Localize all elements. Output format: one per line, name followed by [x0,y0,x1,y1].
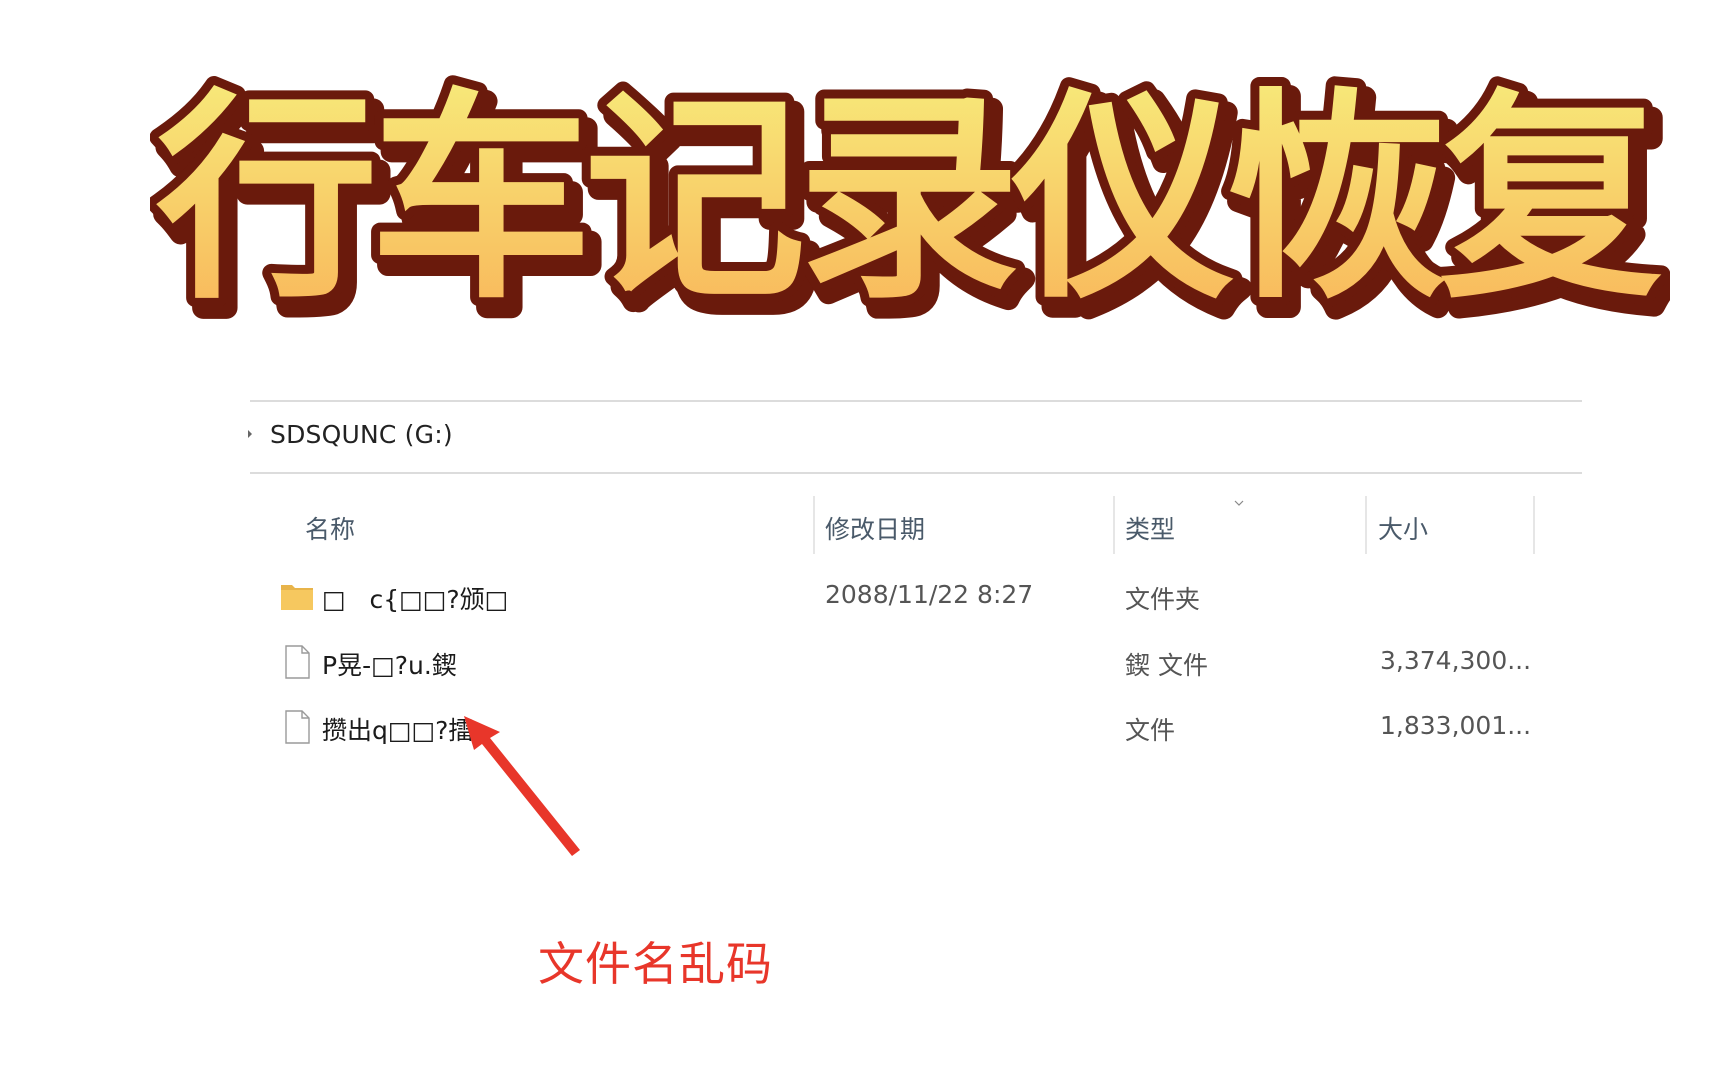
headline-title: 行车记录仪恢复 [156,71,1662,328]
file-name[interactable]: □ c{□□?颁□ [322,580,508,616]
file-name[interactable]: P晃-□?u.鍥 [322,646,457,682]
column-divider[interactable] [1533,496,1535,554]
headline-banner: 行车记录仪恢复 行车记录仪恢复 行车记录仪恢复 [150,48,1670,328]
address-bar[interactable]: SDSQUNC (G:) [248,412,453,456]
chevron-right-icon[interactable] [248,430,252,438]
divider-top [250,400,1582,402]
column-divider[interactable] [1365,496,1367,554]
column-header-modified[interactable]: 修改日期 [825,510,925,546]
file-row[interactable]: P晃-□?u.鍥 鍥 文件 3,374,300... [250,632,1540,690]
file-icon [285,645,310,679]
file-modified: 2088/11/22 8:27 [825,580,1034,609]
file-row[interactable]: □ c{□□?颁□ 2088/11/22 8:27 文件夹 [250,566,1540,624]
column-divider[interactable] [813,496,815,554]
column-header-type[interactable]: 类型 [1125,510,1175,546]
column-divider[interactable] [1113,496,1115,554]
file-size: 1,833,001... [1380,711,1532,740]
drive-label[interactable]: SDSQUNC (G:) [270,420,453,449]
sort-chevron-down-icon[interactable] [1234,498,1244,508]
file-type: 文件夹 [1125,585,1201,614]
folder-icon [281,585,313,610]
arrow-shape [464,716,580,856]
arrow-icon [464,716,580,856]
file-icon [285,710,310,744]
column-header-name[interactable]: 名称 [305,510,355,546]
divider-bottom [250,472,1582,474]
column-header-size[interactable]: 大小 [1378,510,1428,546]
file-row[interactable]: 攒出q□□?擂 文件 1,833,001... [250,697,1540,755]
column-header-row: 名称 修改日期 类型 大小 [250,496,1540,554]
file-size: 3,374,300... [1380,646,1532,675]
file-type: 鍥 文件 [1125,651,1208,680]
file-type: 文件 [1125,716,1176,745]
headline-graphic: 行车记录仪恢复 行车记录仪恢复 行车记录仪恢复 [150,62,1670,328]
screenshot-stage: 行车记录仪恢复 行车记录仪恢复 行车记录仪恢复 SDSQUNC (G:) 名称 … [0,0,1728,1080]
annotation-label: 文件名乱码 [538,937,773,991]
file-name[interactable]: 攒出q□□?擂 [322,711,473,747]
